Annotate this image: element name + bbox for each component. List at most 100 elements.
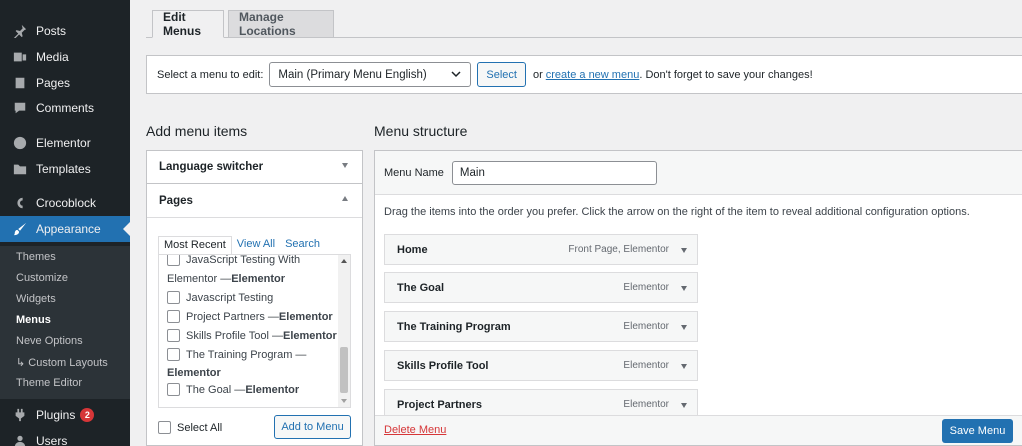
expand-arrow-icon[interactable] <box>681 248 687 253</box>
menu-item-the-goal[interactable]: The Goal Elementor <box>384 272 698 303</box>
checkbox[interactable] <box>167 329 180 342</box>
menu-structure-heading: Menu structure <box>374 123 468 139</box>
tab-most-recent[interactable]: Most Recent <box>158 236 232 255</box>
chevron-down-icon <box>451 71 461 78</box>
list-item[interactable]: Javascript Testing <box>167 291 273 304</box>
scrollbar[interactable] <box>338 255 350 407</box>
add-to-menu-button[interactable]: Add to Menu <box>274 415 351 439</box>
scroll-down-icon[interactable] <box>341 399 347 403</box>
sidebar-item-comments[interactable]: Comments <box>0 95 130 121</box>
menu-select-dropdown[interactable]: Main (Primary Menu English) <box>269 62 472 87</box>
select-all-checkbox[interactable] <box>158 421 171 434</box>
plugin-icon <box>13 408 27 422</box>
section-title: Language switcher <box>159 161 264 173</box>
menu-item-training-program[interactable]: The Training Program Elementor <box>384 311 698 342</box>
sidebar-item-crocoblock[interactable]: Crocoblock <box>0 190 130 216</box>
submenu-neve-options[interactable]: Neve Options <box>16 335 83 347</box>
list-item-tag: Elementor <box>245 383 300 396</box>
menu-item-meta: Elementor <box>623 321 669 332</box>
expand-arrow-icon[interactable] <box>681 325 687 330</box>
list-item-tag: Elementor <box>231 273 285 285</box>
checkbox[interactable] <box>167 348 180 361</box>
sidebar-item-media[interactable]: Media <box>0 44 130 70</box>
menu-select-value: Main (Primary Menu English) <box>278 68 427 81</box>
list-item[interactable]: The Training Program — <box>167 348 306 361</box>
list-item[interactable]: The Goal — Elementor <box>167 383 299 396</box>
tab-search[interactable]: Search <box>280 236 325 255</box>
submenu-menus[interactable]: Menus <box>16 314 51 326</box>
sidebar-item-label: Templates <box>36 162 91 176</box>
list-item-label: Elementor — <box>167 273 232 285</box>
menu-name-bar: Menu Name <box>375 151 1022 195</box>
comments-icon <box>13 101 27 115</box>
submenu-themes[interactable]: Themes <box>16 251 56 263</box>
sidebar-item-elementor[interactable]: Elementor <box>0 130 130 156</box>
expand-arrow-icon[interactable] <box>681 403 687 408</box>
sidebar-item-templates[interactable]: Templates <box>0 156 130 182</box>
pin-icon <box>13 24 27 38</box>
save-menu-button[interactable]: Save Menu <box>942 419 1013 443</box>
sidebar-item-label: Media <box>36 50 69 64</box>
list-item-label: Project Partners — <box>186 310 279 323</box>
menu-item-title: The Goal <box>397 281 445 294</box>
checkbox[interactable] <box>167 310 180 323</box>
menu-item-skills-profile-tool[interactable]: Skills Profile Tool Elementor <box>384 350 698 381</box>
list-item-continuation: Elementor — Elementor <box>167 273 285 285</box>
list-item-label: The Training Program — <box>186 348 307 361</box>
checkbox[interactable] <box>167 255 180 266</box>
scroll-up-icon[interactable] <box>341 259 347 263</box>
menu-item-meta: Elementor <box>623 399 669 410</box>
list-item-tag: Elementor <box>283 329 337 342</box>
menu-item-home[interactable]: Home Front Page, Elementor <box>384 234 698 265</box>
elementor-icon <box>13 136 27 150</box>
menu-footer-bar: Delete Menu Save Menu <box>375 415 1022 445</box>
tab-edit-menus[interactable]: Edit Menus <box>152 10 224 38</box>
sidebar-item-plugins[interactable]: Plugins 2 <box>0 402 130 428</box>
menu-item-meta: Elementor <box>623 360 669 371</box>
delete-menu-link[interactable]: Delete Menu <box>384 424 446 436</box>
language-switcher-header[interactable]: Language switcher <box>147 151 362 183</box>
expand-arrow-icon[interactable] <box>681 364 687 369</box>
sidebar-item-users[interactable]: Users <box>0 428 130 446</box>
create-new-menu-link[interactable]: create a new menu <box>546 69 640 81</box>
select-menu-label: Select a menu to edit: <box>157 68 264 81</box>
list-item[interactable]: Skills Profile Tool — Elementor <box>167 329 337 342</box>
submenu-customize[interactable]: Customize <box>16 272 68 284</box>
checkbox[interactable] <box>167 383 180 396</box>
checkbox[interactable] <box>167 291 180 304</box>
language-switcher-section[interactable]: Language switcher <box>146 150 363 184</box>
menu-item-meta: Elementor <box>623 282 669 293</box>
select-all[interactable]: Select All <box>158 421 222 434</box>
menu-item-title: The Training Program <box>397 320 511 333</box>
menu-name-input[interactable] <box>451 160 657 185</box>
list-item-tag: Elementor <box>278 310 333 323</box>
users-icon <box>13 434 27 446</box>
submenu-widgets[interactable]: Widgets <box>16 293 56 305</box>
pages-icon <box>13 76 27 90</box>
menu-name-label: Menu Name <box>384 166 444 179</box>
crocoblock-icon <box>13 196 27 210</box>
sidebar-item-appearance[interactable]: Appearance <box>0 216 130 242</box>
list-item[interactable]: Project Partners — Elementor <box>167 310 333 323</box>
menu-item-meta: Front Page, Elementor <box>568 244 669 255</box>
media-icon <box>13 50 27 64</box>
scrollbar-thumb[interactable] <box>340 347 348 393</box>
sidebar-item-posts[interactable]: Posts <box>0 18 130 44</box>
submenu-theme-editor[interactable]: Theme Editor <box>16 377 82 389</box>
select-menu-bar: Select a menu to edit: Main (Primary Men… <box>146 55 1022 94</box>
submenu-custom-layouts[interactable]: ↳ Custom Layouts <box>16 356 108 369</box>
tab-manage-locations[interactable]: Manage Locations <box>228 10 334 38</box>
select-button[interactable]: Select <box>477 62 526 87</box>
sidebar-item-label: Posts <box>36 24 67 38</box>
pages-header[interactable]: Pages <box>147 184 362 218</box>
sidebar-item-label: Comments <box>36 101 95 115</box>
add-menu-items-heading: Add menu items <box>146 123 248 139</box>
sidebar-item-pages[interactable]: Pages <box>0 70 130 96</box>
menu-item-title: Skills Profile Tool <box>397 359 489 372</box>
sidebar-item-label: Elementor <box>36 136 91 150</box>
sidebar-item-label: Users <box>36 434 68 446</box>
list-item[interactable]: JavaScript Testing With <box>167 255 300 266</box>
tab-view-all[interactable]: View All <box>232 236 280 255</box>
expand-arrow-icon[interactable] <box>681 286 687 291</box>
pages-checklist: JavaScript Testing With Elementor — Elem… <box>158 254 351 408</box>
